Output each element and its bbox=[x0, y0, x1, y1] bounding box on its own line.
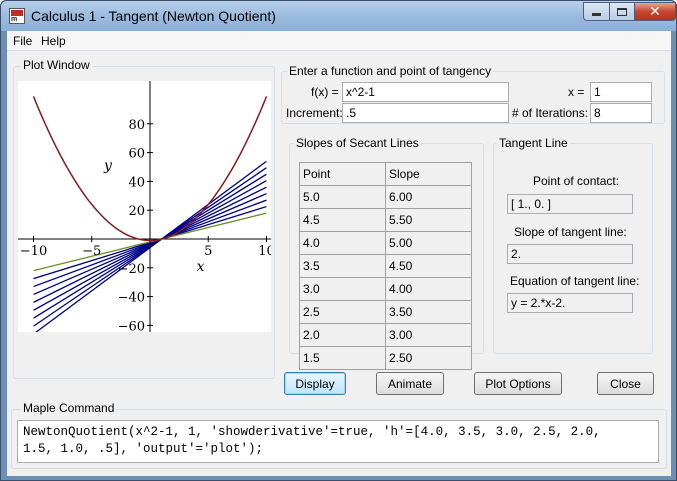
plot-window-label: Plot Window bbox=[21, 58, 92, 72]
close-icon: ✕ bbox=[649, 3, 661, 19]
point-of-contact-label: Point of contact: bbox=[533, 174, 620, 188]
tangent-equation-label: Equation of tangent line: bbox=[510, 274, 640, 288]
point-cell: 3.5 bbox=[299, 254, 386, 278]
application-window: m Calculus 1 - Tangent (Newton Quotient)… bbox=[0, 0, 677, 481]
slope-cell: 3.00 bbox=[385, 323, 472, 347]
fx-label: f(x) = bbox=[311, 85, 339, 99]
minimize-button[interactable] bbox=[583, 2, 610, 21]
point-of-contact-value: [ 1., 0. ] bbox=[507, 194, 633, 214]
display-button[interactable]: Display bbox=[284, 372, 346, 395]
command-line-1: NewtonQuotient(x^2-1, 1, 'showderivative… bbox=[23, 425, 601, 439]
slope-cell: 5.00 bbox=[385, 231, 472, 255]
increment-label: Increment: bbox=[286, 106, 343, 120]
y-tick-label: 40 bbox=[128, 175, 145, 190]
point-cell: 4.5 bbox=[299, 208, 386, 232]
maple-app-icon[interactable]: m bbox=[9, 8, 25, 24]
y-tick-label: −20 bbox=[118, 262, 145, 277]
table-row[interactable]: 4.5 5.50 bbox=[299, 208, 472, 232]
x-tick-label: −10 bbox=[20, 244, 47, 259]
table-header-row: Point Slope bbox=[299, 162, 472, 186]
secant-slopes-label: Slopes of Secant Lines bbox=[294, 136, 421, 150]
table-row[interactable]: 4.0 5.00 bbox=[299, 231, 472, 255]
slope-cell: 4.00 bbox=[385, 277, 472, 301]
increment-field[interactable]: .5 bbox=[342, 103, 509, 123]
x-value-field[interactable]: 1 bbox=[590, 82, 652, 102]
y-tick-label: −40 bbox=[118, 291, 145, 306]
table-row[interactable]: 2.5 3.50 bbox=[299, 300, 472, 324]
y-axis-label: y bbox=[103, 158, 113, 174]
function-input-label: Enter a function and point of tangency bbox=[287, 64, 494, 78]
tangent-equation-value: y = 2.*x-2. bbox=[507, 293, 633, 313]
menu-bar: File Help bbox=[7, 31, 671, 51]
x-tick-label: 5 bbox=[204, 244, 212, 259]
y-tick-label: −60 bbox=[118, 319, 145, 332]
menu-file[interactable]: File bbox=[13, 34, 32, 48]
table-row[interactable]: 5.0 6.00 bbox=[299, 185, 472, 209]
tangent-plot: −10 −5 5 10 80 60 40 20 −20 −40 −60 x y bbox=[18, 81, 275, 334]
x-value-label: x = bbox=[568, 85, 585, 99]
slope-cell: 6.00 bbox=[385, 185, 472, 209]
y-tick-label: 80 bbox=[128, 118, 145, 133]
x-axis-label: x bbox=[197, 259, 205, 275]
minimize-icon bbox=[592, 13, 601, 16]
slope-cell: 3.50 bbox=[385, 300, 472, 324]
tangent-slope-label: Slope of tangent line: bbox=[514, 225, 627, 239]
plot-canvas[interactable]: −10 −5 5 10 80 60 40 20 −20 −40 −60 x y bbox=[18, 81, 275, 334]
slope-cell: 5.50 bbox=[385, 208, 472, 232]
iterations-label: # of Iterations: bbox=[512, 106, 589, 120]
window-title: Calculus 1 - Tangent (Newton Quotient) bbox=[31, 8, 276, 24]
close-button[interactable]: Close bbox=[597, 372, 654, 395]
table-row[interactable]: 3.5 4.50 bbox=[299, 254, 472, 278]
function-field[interactable]: x^2-1 bbox=[342, 82, 509, 102]
y-tick-label: 60 bbox=[128, 147, 145, 162]
table-row[interactable]: 3.0 4.00 bbox=[299, 277, 472, 301]
point-cell: 4.0 bbox=[299, 231, 386, 255]
animate-button[interactable]: Animate bbox=[376, 372, 444, 395]
x-tick-label: −5 bbox=[82, 244, 101, 259]
table-row[interactable]: 1.5 2.50 bbox=[299, 346, 472, 370]
point-cell: 1.5 bbox=[299, 346, 386, 370]
tangent-line-label: Tangent Line bbox=[497, 136, 570, 150]
plot-options-button[interactable]: Plot Options bbox=[474, 372, 562, 395]
point-cell: 3.0 bbox=[299, 277, 386, 301]
close-window-button[interactable]: ✕ bbox=[634, 2, 676, 21]
client-area: File Help Plot Window −10 −5 5 10 80 60 40 20 −2… bbox=[7, 31, 671, 476]
secant-slopes-table: Point Slope 5.0 6.00 4.5 5.50 4.0 5.00 3.5 4.50… bbox=[299, 162, 472, 370]
table-row[interactable]: 2.0 3.00 bbox=[299, 323, 472, 347]
maple-command-label: Maple Command bbox=[21, 401, 117, 415]
column-header-point[interactable]: Point bbox=[299, 162, 386, 186]
command-line-2: 1.5, 1.0, .5], 'output'='plot'); bbox=[23, 442, 264, 456]
point-cell: 2.0 bbox=[299, 323, 386, 347]
point-cell: 5.0 bbox=[299, 185, 386, 209]
x-tick-label: 10 bbox=[258, 244, 271, 259]
y-tick-label: 20 bbox=[128, 204, 145, 219]
iterations-field[interactable]: 8 bbox=[590, 103, 652, 123]
maximize-button[interactable] bbox=[609, 2, 635, 21]
slope-cell: 4.50 bbox=[385, 254, 472, 278]
maple-command-field[interactable]: NewtonQuotient(x^2-1, 1, 'showderivative… bbox=[17, 420, 659, 463]
slope-cell: 2.50 bbox=[385, 346, 472, 370]
title-bar[interactable]: m Calculus 1 - Tangent (Newton Quotient)… bbox=[1, 1, 676, 31]
maximize-icon bbox=[617, 7, 627, 16]
menu-help[interactable]: Help bbox=[41, 34, 66, 48]
point-cell: 2.5 bbox=[299, 300, 386, 324]
column-header-slope[interactable]: Slope bbox=[385, 162, 472, 186]
tangent-slope-value: 2. bbox=[507, 244, 633, 264]
